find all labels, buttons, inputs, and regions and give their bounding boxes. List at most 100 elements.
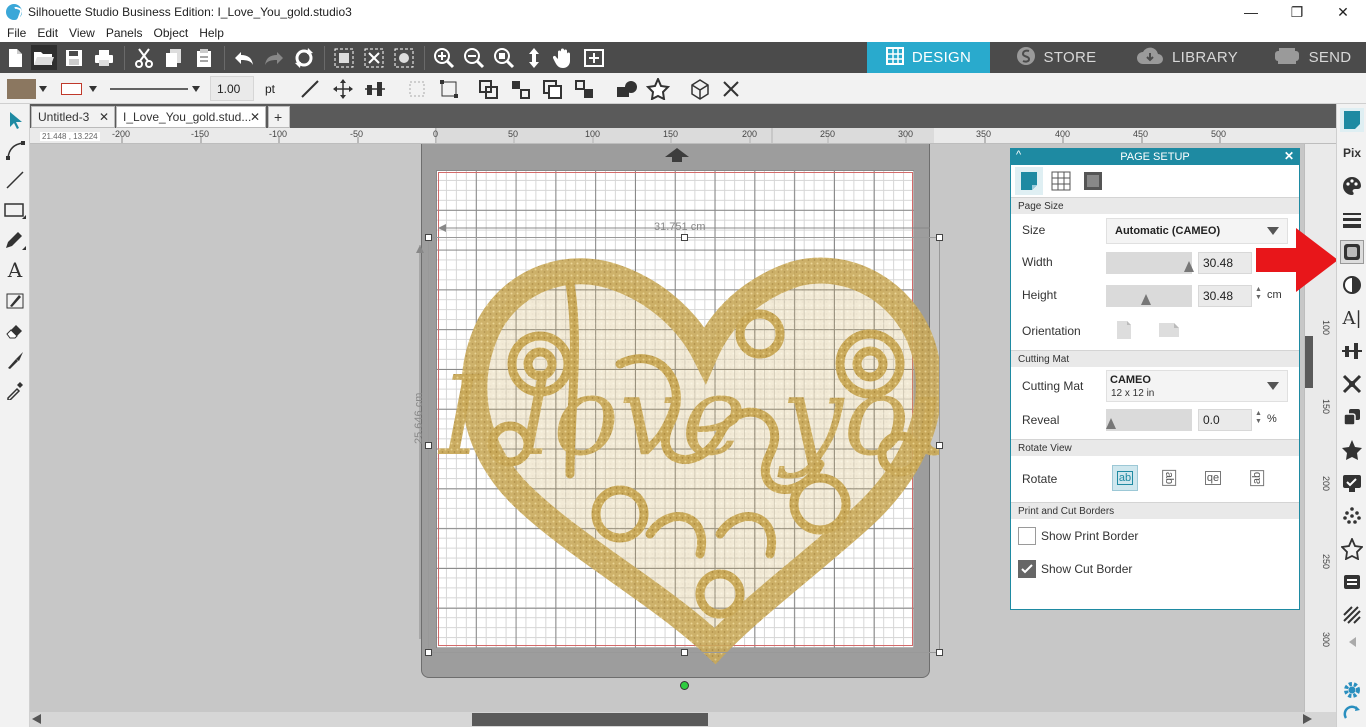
scroll-left-arrow-icon[interactable] (32, 714, 41, 724)
tab-store[interactable]: STORE (1000, 42, 1112, 73)
print-icon[interactable] (91, 45, 117, 70)
ungroup-icon[interactable] (436, 76, 462, 101)
grid-settings-tab-icon[interactable] (1047, 167, 1075, 195)
pencil-draw-icon[interactable] (3, 228, 27, 252)
horizontal-scrollbar[interactable] (30, 712, 1336, 727)
zoom-selection-icon[interactable] (491, 45, 517, 70)
minimize-button[interactable]: — (1228, 0, 1274, 24)
offset-star-panel-icon[interactable] (1340, 438, 1364, 462)
height-slider[interactable] (1106, 285, 1192, 307)
restore-button[interactable]: ❐ (1274, 0, 1320, 24)
menu-file[interactable]: File (7, 26, 26, 40)
redraw-icon[interactable] (291, 45, 317, 70)
reveal-spinner[interactable]: ▲ ▼ (1255, 410, 1262, 426)
fill-color-swatch[interactable] (6, 76, 36, 101)
eraser-icon[interactable] (3, 318, 27, 342)
rotate-90-button[interactable]: ab (1156, 465, 1182, 491)
close-panel-icon[interactable]: ✕ (1284, 149, 1294, 163)
paste-icon[interactable] (191, 45, 217, 70)
page-setup-tab-icon[interactable] (1015, 167, 1043, 195)
cut-scissors-icon[interactable] (131, 45, 157, 70)
landscape-orientation-icon[interactable] (1158, 322, 1180, 341)
tab-library[interactable]: LIBRARY (1128, 42, 1246, 73)
replicate-panel-icon[interactable] (1340, 405, 1364, 429)
replicate-icon[interactable] (686, 76, 714, 101)
rotate-180-button[interactable]: qe (1200, 465, 1226, 491)
fit-to-page-icon[interactable] (521, 45, 547, 70)
selection-handle[interactable] (936, 442, 943, 449)
line-style-dropdown[interactable] (106, 76, 204, 101)
menu-object[interactable]: Object (154, 26, 189, 40)
fill-palette-icon[interactable] (1340, 174, 1364, 198)
select-all-icon[interactable] (331, 45, 357, 70)
selection-handle[interactable] (936, 649, 943, 656)
scroll-right-arrow-icon[interactable] (1303, 714, 1312, 724)
eyedropper-icon[interactable] (3, 378, 27, 402)
width-slider[interactable] (1106, 252, 1194, 274)
rhinestone-icon[interactable] (1340, 504, 1364, 528)
deselect-icon[interactable] (361, 45, 387, 70)
new-file-icon[interactable] (2, 45, 28, 70)
fit-to-window-icon[interactable] (581, 45, 607, 70)
show-print-border-checkbox[interactable] (1018, 527, 1036, 545)
text-tool-icon[interactable]: A (3, 258, 27, 282)
move-icon[interactable] (330, 76, 356, 101)
line-color-dropdown-icon[interactable] (87, 76, 99, 101)
open-folder-icon[interactable] (31, 45, 57, 70)
star-outline-icon[interactable] (1340, 537, 1364, 561)
tab-design[interactable]: DESIGN (867, 42, 990, 73)
release-compound-path-icon[interactable] (508, 76, 534, 101)
sketch-pen-icon[interactable] (3, 288, 27, 312)
close-window-button[interactable]: ✕ (1320, 0, 1366, 24)
menu-view[interactable]: View (69, 26, 95, 40)
close-tab-icon[interactable]: ✕ (99, 110, 109, 124)
select-by-color-icon[interactable] (391, 45, 417, 70)
collapse-sidebar-icon[interactable] (1340, 630, 1364, 654)
sketch-fill-icon[interactable] (1340, 603, 1364, 627)
vertical-scroll-thumb[interactable] (1305, 336, 1313, 388)
menu-edit[interactable]: Edit (37, 26, 58, 40)
settings-gear-icon[interactable] (1340, 678, 1364, 702)
menu-panels[interactable]: Panels (106, 26, 143, 40)
send-backward-icon[interactable] (572, 76, 598, 101)
cutting-mat-dropdown[interactable]: CAMEO 12 x 12 in (1106, 370, 1288, 402)
sync-refresh-icon[interactable] (1340, 702, 1364, 726)
knife-icon[interactable] (3, 348, 27, 372)
undo-icon[interactable] (231, 45, 257, 70)
weld-icon[interactable] (613, 76, 641, 101)
add-tab-button[interactable]: + (268, 106, 290, 128)
pixscan-icon[interactable]: Pix (1340, 141, 1364, 165)
height-input[interactable]: 30.48 (1198, 285, 1252, 307)
rectangle-tool-icon[interactable] (3, 198, 27, 222)
line-width-input[interactable]: 1.00 (210, 76, 254, 101)
width-input[interactable]: 30.48 (1198, 252, 1252, 274)
bring-forward-icon[interactable] (540, 76, 566, 101)
registration-marks-icon[interactable] (1340, 240, 1364, 264)
line-tool-icon[interactable] (3, 168, 27, 192)
show-cut-border-checkbox[interactable] (1018, 560, 1036, 578)
text-style-icon[interactable]: A| (1340, 306, 1364, 330)
background-tab-icon[interactable] (1079, 167, 1107, 195)
draw-line-icon[interactable] (297, 76, 323, 101)
collapse-panel-icon[interactable]: ^ (1016, 149, 1021, 161)
transform-align-icon[interactable] (1340, 339, 1364, 363)
selection-handle[interactable] (936, 234, 943, 241)
rotate-0-button[interactable]: ab (1112, 465, 1138, 491)
horizontal-scroll-thumb[interactable] (472, 713, 708, 726)
delete-x-icon[interactable] (718, 76, 744, 101)
save-icon[interactable] (61, 45, 87, 70)
trace-contrast-icon[interactable] (1340, 273, 1364, 297)
zoom-in-icon[interactable] (431, 45, 457, 70)
line-color-swatch[interactable] (58, 76, 84, 101)
offset-star-icon[interactable] (644, 76, 672, 101)
rotate-270-button[interactable]: ab (1244, 465, 1270, 491)
trace-panel-icon[interactable] (1340, 471, 1364, 495)
fill-color-dropdown-icon[interactable] (37, 76, 49, 101)
reveal-slider[interactable] (1106, 409, 1192, 431)
select-arrow-icon[interactable] (3, 108, 27, 132)
line-style-panel-icon[interactable] (1340, 207, 1364, 231)
tab-i-love-you-gold[interactable]: I_Love_You_gold.stud... ✕ (116, 106, 266, 128)
pan-hand-icon[interactable] (551, 45, 577, 70)
edit-points-icon[interactable] (3, 138, 27, 162)
close-tab-icon[interactable]: ✕ (250, 110, 260, 124)
